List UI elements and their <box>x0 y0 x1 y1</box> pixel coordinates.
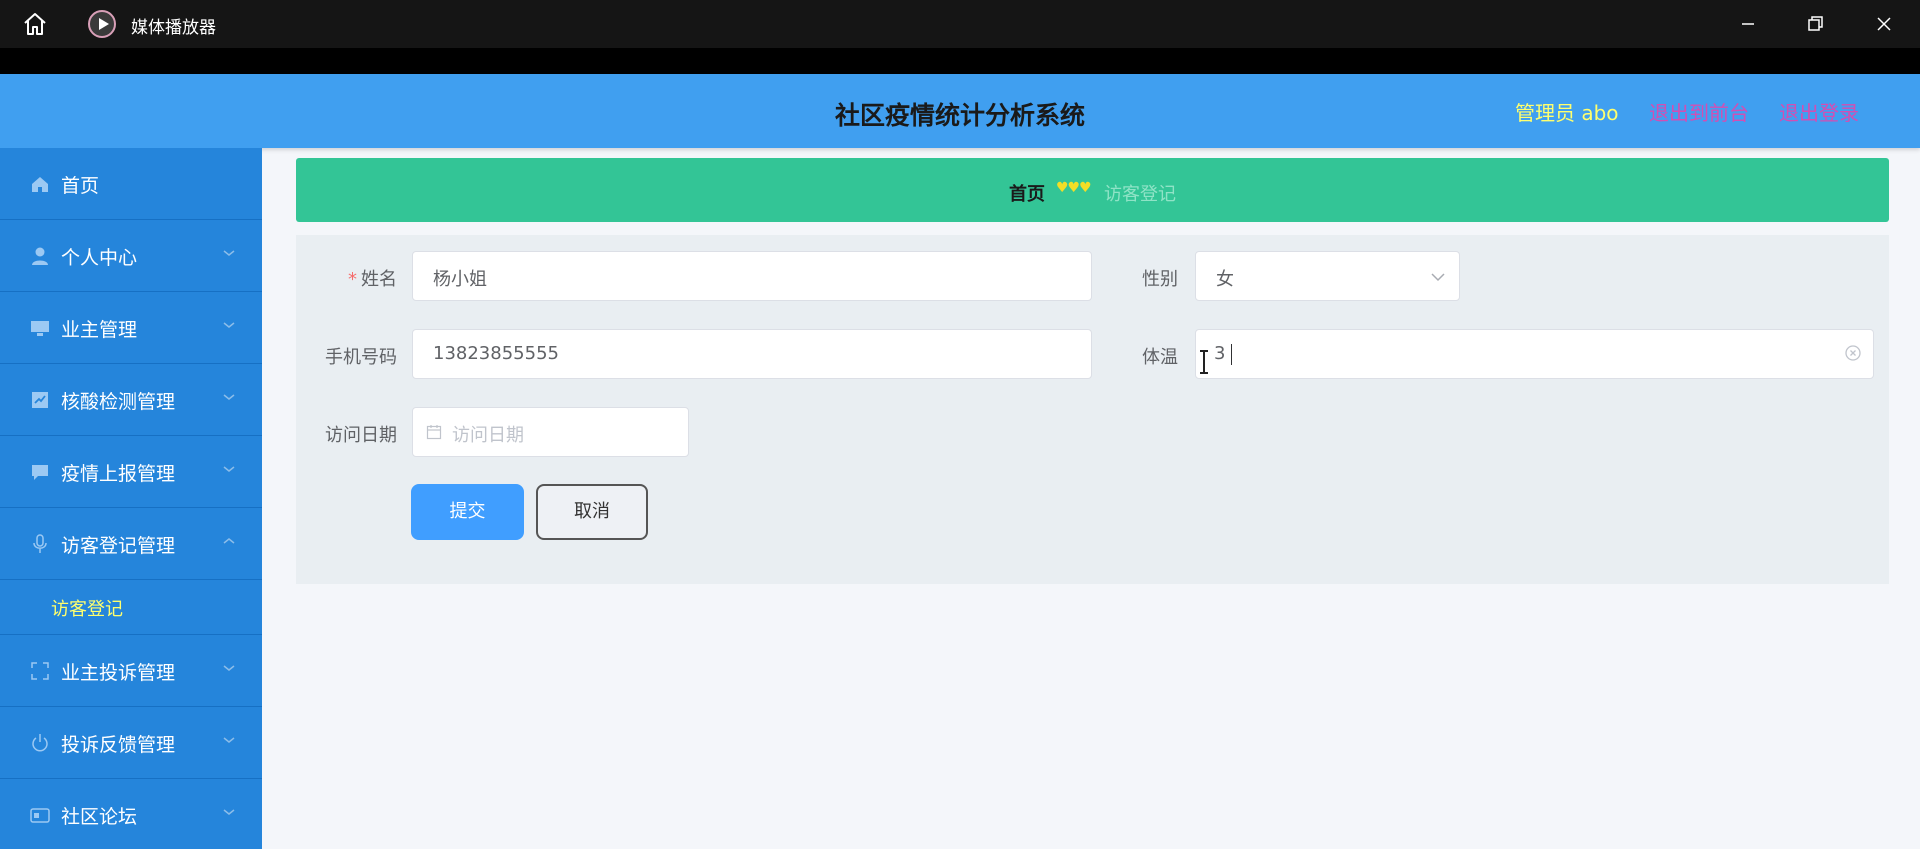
admin-label: 管理员 abo <box>1515 101 1619 125</box>
cancel-button[interactable]: 取消 <box>536 484 648 540</box>
sidebar-item-label: 首页 <box>61 175 100 197</box>
app-header: 社区疫情统计分析系统 管理员 abo 退出到前台 退出登录 <box>0 74 1920 148</box>
sidebar-item-complaints[interactable]: 业主投诉管理 <box>0 635 262 707</box>
sidebar-item-visitor-management[interactable]: 访客登记管理 <box>0 508 262 580</box>
visit-date-picker[interactable]: 访问日期 <box>412 407 689 457</box>
chevron-down-icon <box>223 809 235 815</box>
temperature-label: 体温 <box>1142 347 1178 368</box>
clear-icon[interactable] <box>1843 343 1863 363</box>
sidebar-item-label: 核酸检测管理 <box>61 391 176 413</box>
text-caret <box>1231 344 1232 365</box>
user-icon <box>32 247 48 265</box>
sidebar: 首页 个人中心 业主管理 核酸检测管理 疫情上报管理 访客登记管理 访客登记 业… <box>0 148 262 849</box>
chevron-up-icon <box>223 538 235 544</box>
chart-icon <box>32 392 48 408</box>
visit-date-placeholder: 访问日期 <box>452 425 524 446</box>
heart-separator-icon: ♥♥♥ <box>1056 180 1092 196</box>
monitor-icon <box>31 321 49 336</box>
sidebar-item-label: 投诉反馈管理 <box>61 734 176 756</box>
sidebar-item-label: 业主管理 <box>61 319 138 341</box>
phone-input[interactable]: 13823855555 <box>412 329 1092 379</box>
minimize-icon[interactable] <box>1734 10 1762 38</box>
home-icon[interactable] <box>22 12 48 36</box>
gender-select-value: 女 <box>1216 269 1234 290</box>
restore-icon[interactable] <box>1801 10 1829 38</box>
window-titlebar: 媒体播放器 <box>0 0 1920 48</box>
sidebar-item-label: 疫情上报管理 <box>61 463 176 485</box>
microphone-icon <box>33 534 47 553</box>
sidebar-item-label: 个人中心 <box>61 247 138 269</box>
chevron-down-icon <box>1431 273 1445 282</box>
calendar-icon <box>426 425 442 440</box>
close-icon[interactable] <box>1870 10 1898 38</box>
back-to-front-link[interactable]: 退出到前台 <box>1649 97 1749 126</box>
chevron-down-icon <box>223 466 235 472</box>
chevron-down-icon <box>223 394 235 400</box>
sidebar-item-feedback[interactable]: 投诉反馈管理 <box>0 707 262 779</box>
sidebar-item-epidemic-report[interactable]: 疫情上报管理 <box>0 436 262 508</box>
submit-button[interactable]: 提交 <box>411 484 524 540</box>
breadcrumb: 首页 ♥♥♥ 访客登记 <box>296 158 1889 222</box>
text-cursor-icon <box>1200 350 1208 374</box>
sidebar-item-label: 社区论坛 <box>61 806 138 828</box>
sidebar-item-forum[interactable]: 社区论坛 <box>0 779 262 849</box>
chevron-down-icon <box>223 250 235 256</box>
name-label: * 姓名 <box>348 269 397 290</box>
sidebar-item-profile[interactable]: 个人中心 <box>0 220 262 292</box>
name-input[interactable]: 杨小姐 <box>412 251 1092 301</box>
sidebar-item-home[interactable]: 首页 <box>0 148 262 220</box>
logout-link[interactable]: 退出登录 <box>1779 97 1859 126</box>
sidebar-item-owners[interactable]: 业主管理 <box>0 292 262 364</box>
fullscreen-icon <box>31 662 49 680</box>
home-icon <box>32 177 48 192</box>
sidebar-subitem-label: 访客登记 <box>51 599 123 620</box>
sidebar-item-label: 业主投诉管理 <box>61 662 176 684</box>
chevron-down-icon <box>223 322 235 328</box>
breadcrumb-current: 访客登记 <box>1104 184 1176 205</box>
chevron-down-icon <box>223 665 235 671</box>
window-title: 媒体播放器 <box>131 18 216 38</box>
phone-label: 手机号码 <box>325 347 397 368</box>
breadcrumb-home[interactable]: 首页 <box>1009 180 1045 206</box>
sidebar-subitem-visitor-registration[interactable]: 访客登记 <box>0 580 262 635</box>
media-player-icon <box>88 10 116 38</box>
sidebar-item-label: 访客登记管理 <box>61 535 176 557</box>
phone-input-value: 13823855555 <box>433 343 559 364</box>
temperature-input-value: 3 <box>1214 343 1226 364</box>
video-letterbox <box>0 48 1920 74</box>
chevron-down-icon <box>223 737 235 743</box>
chat-icon <box>32 465 48 480</box>
id-card-icon <box>30 808 50 823</box>
visit-date-label: 访问日期 <box>325 425 397 446</box>
required-asterisk: * <box>348 269 357 290</box>
system-title: 社区疫情统计分析系统 <box>834 101 1085 130</box>
gender-select[interactable]: 女 <box>1195 251 1460 301</box>
power-icon <box>32 734 48 752</box>
sidebar-item-nucleic-test[interactable]: 核酸检测管理 <box>0 364 262 436</box>
temperature-input[interactable]: 3 <box>1195 329 1874 379</box>
name-input-value: 杨小姐 <box>433 269 487 290</box>
gender-label: 性别 <box>1142 269 1178 290</box>
